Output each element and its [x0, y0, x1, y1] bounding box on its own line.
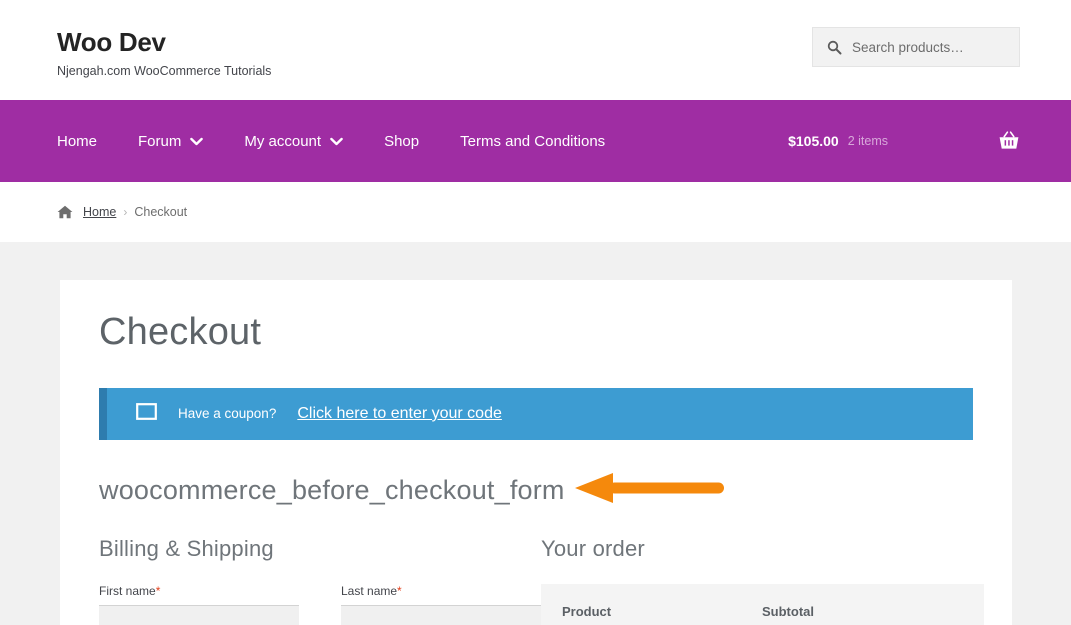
page-title: Checkout: [99, 311, 262, 353]
cart-item-count: 2 items: [847, 134, 888, 148]
nav-item-home[interactable]: Home: [57, 133, 97, 150]
nav-list: Home Forum My account Shop Terms and Con…: [57, 133, 646, 150]
chevron-down-icon[interactable]: [330, 133, 343, 150]
first-name-label-text: First name: [99, 583, 156, 598]
page-background: Checkout Have a coupon? Click here to en…: [0, 242, 1071, 625]
nav-item-label: Forum: [138, 132, 182, 150]
nav-item-label: Terms and Conditions: [460, 132, 606, 150]
cart-summary[interactable]: $105.00 2 items: [788, 100, 1020, 182]
name-field-row: First name* Last name*: [99, 584, 541, 625]
site-tagline: Njengah.com WooCommerce Tutorials: [57, 64, 272, 79]
nav-item-terms-and-conditions[interactable]: Terms and Conditions: [460, 133, 605, 150]
last-name-label: Last name*: [341, 584, 541, 598]
search-input[interactable]: [852, 39, 1002, 55]
site-branding[interactable]: Woo Dev Njengah.com WooCommerce Tutorial…: [57, 27, 271, 78]
last-name-field-group: Last name*: [341, 584, 541, 625]
nav-item-my-account[interactable]: My account: [244, 133, 343, 150]
nav-item-shop[interactable]: Shop: [384, 133, 419, 150]
cart-total-amount: $105.00: [788, 133, 839, 149]
order-column-subtotal: Subtotal: [762, 604, 814, 620]
breadcrumb: Home › Checkout: [0, 182, 1071, 242]
nav-item-label: My account: [244, 132, 322, 150]
first-name-field-group: First name*: [99, 584, 299, 625]
primary-navigation: Home Forum My account Shop Terms and Con…: [0, 100, 1071, 182]
site-header: Woo Dev Njengah.com WooCommerce Tutorial…: [0, 0, 1071, 100]
first-name-label: First name*: [99, 584, 299, 598]
order-table-header-row: Product Subtotal: [541, 583, 984, 625]
your-order-section: Your order Product Subtotal: [541, 536, 984, 625]
chevron-down-icon[interactable]: [190, 133, 204, 150]
last-name-input[interactable]: [341, 604, 541, 625]
order-column-product: Product: [562, 604, 612, 620]
coupon-notice[interactable]: Have a coupon? Click here to enter your …: [99, 387, 973, 440]
breadcrumb-separator: ›: [123, 205, 128, 219]
coupon-notice-text: Have a coupon?: [178, 406, 277, 422]
last-name-label-text: Last name: [341, 583, 398, 598]
home-icon[interactable]: [57, 205, 73, 219]
checkout-columns: Billing & Shipping First name* Last name…: [99, 536, 984, 625]
breadcrumb-link-home[interactable]: Home: [83, 205, 116, 219]
hook-name-label: woocommerce_before_checkout_form: [99, 475, 565, 506]
coupon-ticket-icon: [136, 402, 157, 425]
your-order-heading: Your order: [541, 535, 645, 561]
hook-annotation-row: woocommerce_before_checkout_form: [99, 468, 973, 514]
required-asterisk: *: [155, 583, 161, 598]
first-name-input[interactable]: [99, 604, 299, 625]
required-asterisk: *: [397, 583, 402, 598]
product-search-box[interactable]: [812, 27, 1020, 67]
breadcrumb-current: Checkout: [134, 205, 188, 219]
site-title[interactable]: Woo Dev: [57, 27, 271, 58]
billing-shipping-heading: Billing & Shipping: [99, 535, 274, 561]
nav-item-forum[interactable]: Forum: [138, 132, 204, 150]
billing-shipping-section: Billing & Shipping First name* Last name…: [99, 536, 541, 625]
order-review-table: Product Subtotal: [541, 583, 984, 625]
left-arrow-annotation-icon: [574, 470, 727, 511]
coupon-notice-link[interactable]: Click here to enter your code: [297, 405, 502, 423]
search-icon: [827, 40, 842, 55]
nav-item-label: Home: [57, 132, 98, 150]
nav-item-label: Shop: [384, 132, 420, 150]
checkout-content-card: Checkout Have a coupon? Click here to en…: [60, 280, 1012, 625]
shopping-basket-icon[interactable]: [998, 131, 1020, 151]
